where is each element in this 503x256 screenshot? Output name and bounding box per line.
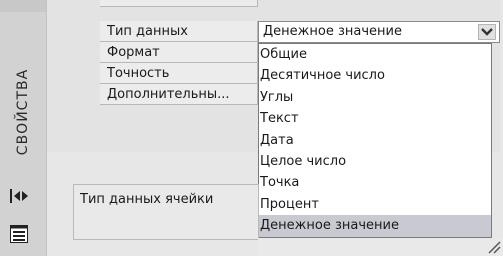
description-box-extension bbox=[258, 238, 503, 256]
strip-top-segment bbox=[0, 0, 46, 12]
dropdown-option-general[interactable]: Общие bbox=[259, 44, 491, 65]
description-box: Тип данных ячейки bbox=[73, 184, 259, 240]
dropdown-option-percent[interactable]: Процент bbox=[259, 194, 491, 215]
grid-left-gutter bbox=[47, 0, 100, 152]
dropdown-option-date[interactable]: Дата bbox=[259, 130, 491, 151]
property-label: Тип данных bbox=[107, 24, 188, 39]
panel-title: СВОЙСТВА bbox=[15, 68, 31, 156]
dropdown-arrow-icon bbox=[481, 28, 493, 36]
dropdown-option-whole-number[interactable]: Целое число bbox=[259, 151, 491, 172]
expand-collapse-icon[interactable] bbox=[10, 189, 30, 203]
resize-grip-icon[interactable] bbox=[487, 240, 501, 254]
property-row-format[interactable]: Формат bbox=[100, 42, 258, 63]
select-value: Денежное значение bbox=[263, 24, 402, 39]
data-type-select[interactable]: Денежное значение bbox=[258, 21, 500, 43]
property-label: Дополнительны... bbox=[107, 87, 230, 102]
dropdown-option-decimal[interactable]: Десятичное число bbox=[259, 65, 491, 86]
properties-list-icon[interactable] bbox=[10, 225, 28, 243]
property-label: Точность bbox=[107, 66, 170, 81]
data-type-dropdown-list[interactable]: Общие Десятичное число Углы Текст Дата Ц… bbox=[258, 43, 492, 238]
dropdown-option-text[interactable]: Текст bbox=[259, 108, 491, 129]
property-row-precision[interactable]: Точность bbox=[100, 63, 258, 84]
dropdown-button[interactable] bbox=[478, 24, 496, 40]
property-row-data-type[interactable]: Тип данных bbox=[100, 21, 258, 42]
property-label: Формат bbox=[107, 45, 160, 60]
property-row-additional[interactable]: Дополнительны... bbox=[100, 84, 258, 105]
dropdown-option-point[interactable]: Точка bbox=[259, 172, 491, 193]
dropdown-option-angles[interactable]: Углы bbox=[259, 87, 491, 108]
description-text: Тип данных ячейки bbox=[80, 192, 214, 207]
properties-sidebar-strip: СВОЙСТВА bbox=[0, 0, 47, 256]
dropdown-option-currency[interactable]: Денежное значение bbox=[259, 215, 491, 237]
property-row-partial bbox=[100, 0, 258, 7]
